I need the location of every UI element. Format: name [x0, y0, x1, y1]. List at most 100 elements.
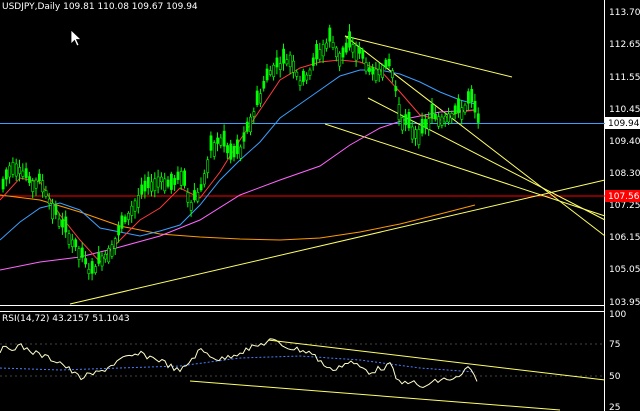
rsi-axis-label: 25: [609, 403, 620, 411]
price-axis-label: 108.30: [609, 169, 640, 179]
candle-body: [361, 49, 365, 59]
candle-body: [127, 213, 130, 220]
candle-body: [318, 49, 322, 60]
candle-body: [183, 170, 187, 186]
candle-body: [377, 68, 381, 76]
candle-body: [321, 44, 325, 57]
candle-body: [275, 57, 279, 68]
candle-body: [236, 139, 239, 155]
candle-body: [292, 60, 295, 73]
chart-window[interactable]: USDJPY,Daily 109.81 110.08 109.67 109.94…: [0, 0, 640, 411]
price-axis-label: 107.25: [609, 201, 640, 211]
candle-body: [80, 247, 84, 258]
candle-body: [14, 163, 18, 177]
candle-body: [394, 86, 398, 92]
candle-body: [259, 93, 262, 104]
candle-body: [348, 31, 352, 48]
candle-body: [44, 190, 48, 197]
rsi-upper-trendline[interactable]: [267, 339, 606, 381]
candle-body: [18, 167, 22, 174]
rsi-pane[interactable]: RSI(14,72) 43.2157 51.1043 100 75 50 25: [0, 310, 626, 411]
candle-body: [450, 113, 454, 119]
ascending-support-trendline[interactable]: [69, 179, 606, 305]
candle-body: [447, 113, 451, 123]
candle-body: [150, 181, 154, 192]
candle-body: [163, 178, 167, 192]
candle-body: [354, 45, 358, 61]
candle-body: [255, 90, 259, 106]
candle-body: [107, 248, 111, 263]
candle-body: [351, 44, 355, 53]
rsi-lower-trendline[interactable]: [189, 380, 561, 411]
candle-body: [209, 135, 213, 151]
rsi-axis-label: 100: [609, 310, 626, 320]
candle-body: [61, 219, 64, 228]
candle-body: [24, 168, 28, 178]
rsi-signal-line: [0, 355, 476, 373]
candle-body: [166, 179, 170, 187]
candle-body: [31, 180, 35, 192]
trendlines[interactable]: [69, 35, 606, 305]
candle-body: [437, 116, 441, 127]
candle-body: [229, 143, 233, 160]
candle-body: [203, 173, 206, 185]
candle-body: [77, 248, 81, 260]
rsi-trendlines[interactable]: [189, 339, 606, 411]
rsi-axis-label: 50: [609, 372, 621, 382]
moving-average-fast: [0, 59, 476, 263]
main-chart-pane[interactable]: USDJPY,Daily 109.81 110.08 109.67 109.94…: [0, 0, 640, 411]
candle-body: [146, 176, 150, 189]
candle-body: [87, 269, 91, 274]
candle-body: [51, 203, 55, 220]
candle-body: [120, 215, 124, 229]
price-axis-label: 110.45: [609, 105, 640, 115]
symbol-header: USDJPY,Daily 109.81 110.08 109.67 109.94: [2, 2, 198, 12]
candle-body: [5, 169, 8, 180]
candle-body: [457, 98, 460, 114]
candle-body: [410, 126, 414, 140]
candle-body: [463, 104, 467, 113]
descending-trendline-c[interactable]: [324, 123, 606, 217]
candle-body: [206, 159, 210, 173]
candle-body: [334, 47, 338, 58]
candle-body: [37, 173, 41, 182]
candle-body: [397, 104, 401, 121]
candle-body: [186, 192, 190, 203]
price-axis-label: 103.95: [609, 298, 640, 308]
candle-body: [268, 70, 272, 75]
moving-average-long: [0, 194, 476, 241]
candle-body: [47, 198, 51, 205]
candle-body: [466, 91, 470, 104]
candle-body: [222, 130, 226, 147]
candlestick-series[interactable]: [1, 24, 480, 281]
candle-body: [153, 178, 157, 191]
candle-body: [67, 233, 71, 245]
candle-body: [341, 47, 345, 58]
candle-body: [298, 80, 302, 86]
candle-body: [74, 239, 78, 248]
candle-body: [443, 115, 447, 123]
price-axis-label: 105.05: [609, 265, 640, 275]
candle-body: [288, 54, 292, 68]
candle-body: [41, 180, 45, 193]
candle-body: [232, 146, 236, 158]
descending-trendline-b[interactable]: [367, 97, 606, 221]
candle-body: [137, 195, 140, 208]
candle-body: [262, 81, 266, 89]
candle-body: [97, 252, 101, 264]
candle-body: [400, 117, 404, 131]
candle-body: [170, 173, 173, 190]
candle-body: [173, 178, 177, 185]
candle-body: [331, 42, 335, 48]
candle-body: [249, 116, 253, 133]
candle-body: [460, 107, 464, 120]
candle-body: [189, 202, 193, 211]
candle-body: [219, 137, 223, 146]
candle-body: [156, 176, 160, 188]
candle-body: [265, 68, 269, 81]
candle-body: [470, 89, 474, 103]
candle-body: [130, 205, 134, 216]
price-axis[interactable]: 113.70 112.65 111.55 110.45 109.40 108.3…: [609, 8, 640, 308]
candle-body: [315, 44, 319, 60]
candle-body: [344, 42, 348, 53]
